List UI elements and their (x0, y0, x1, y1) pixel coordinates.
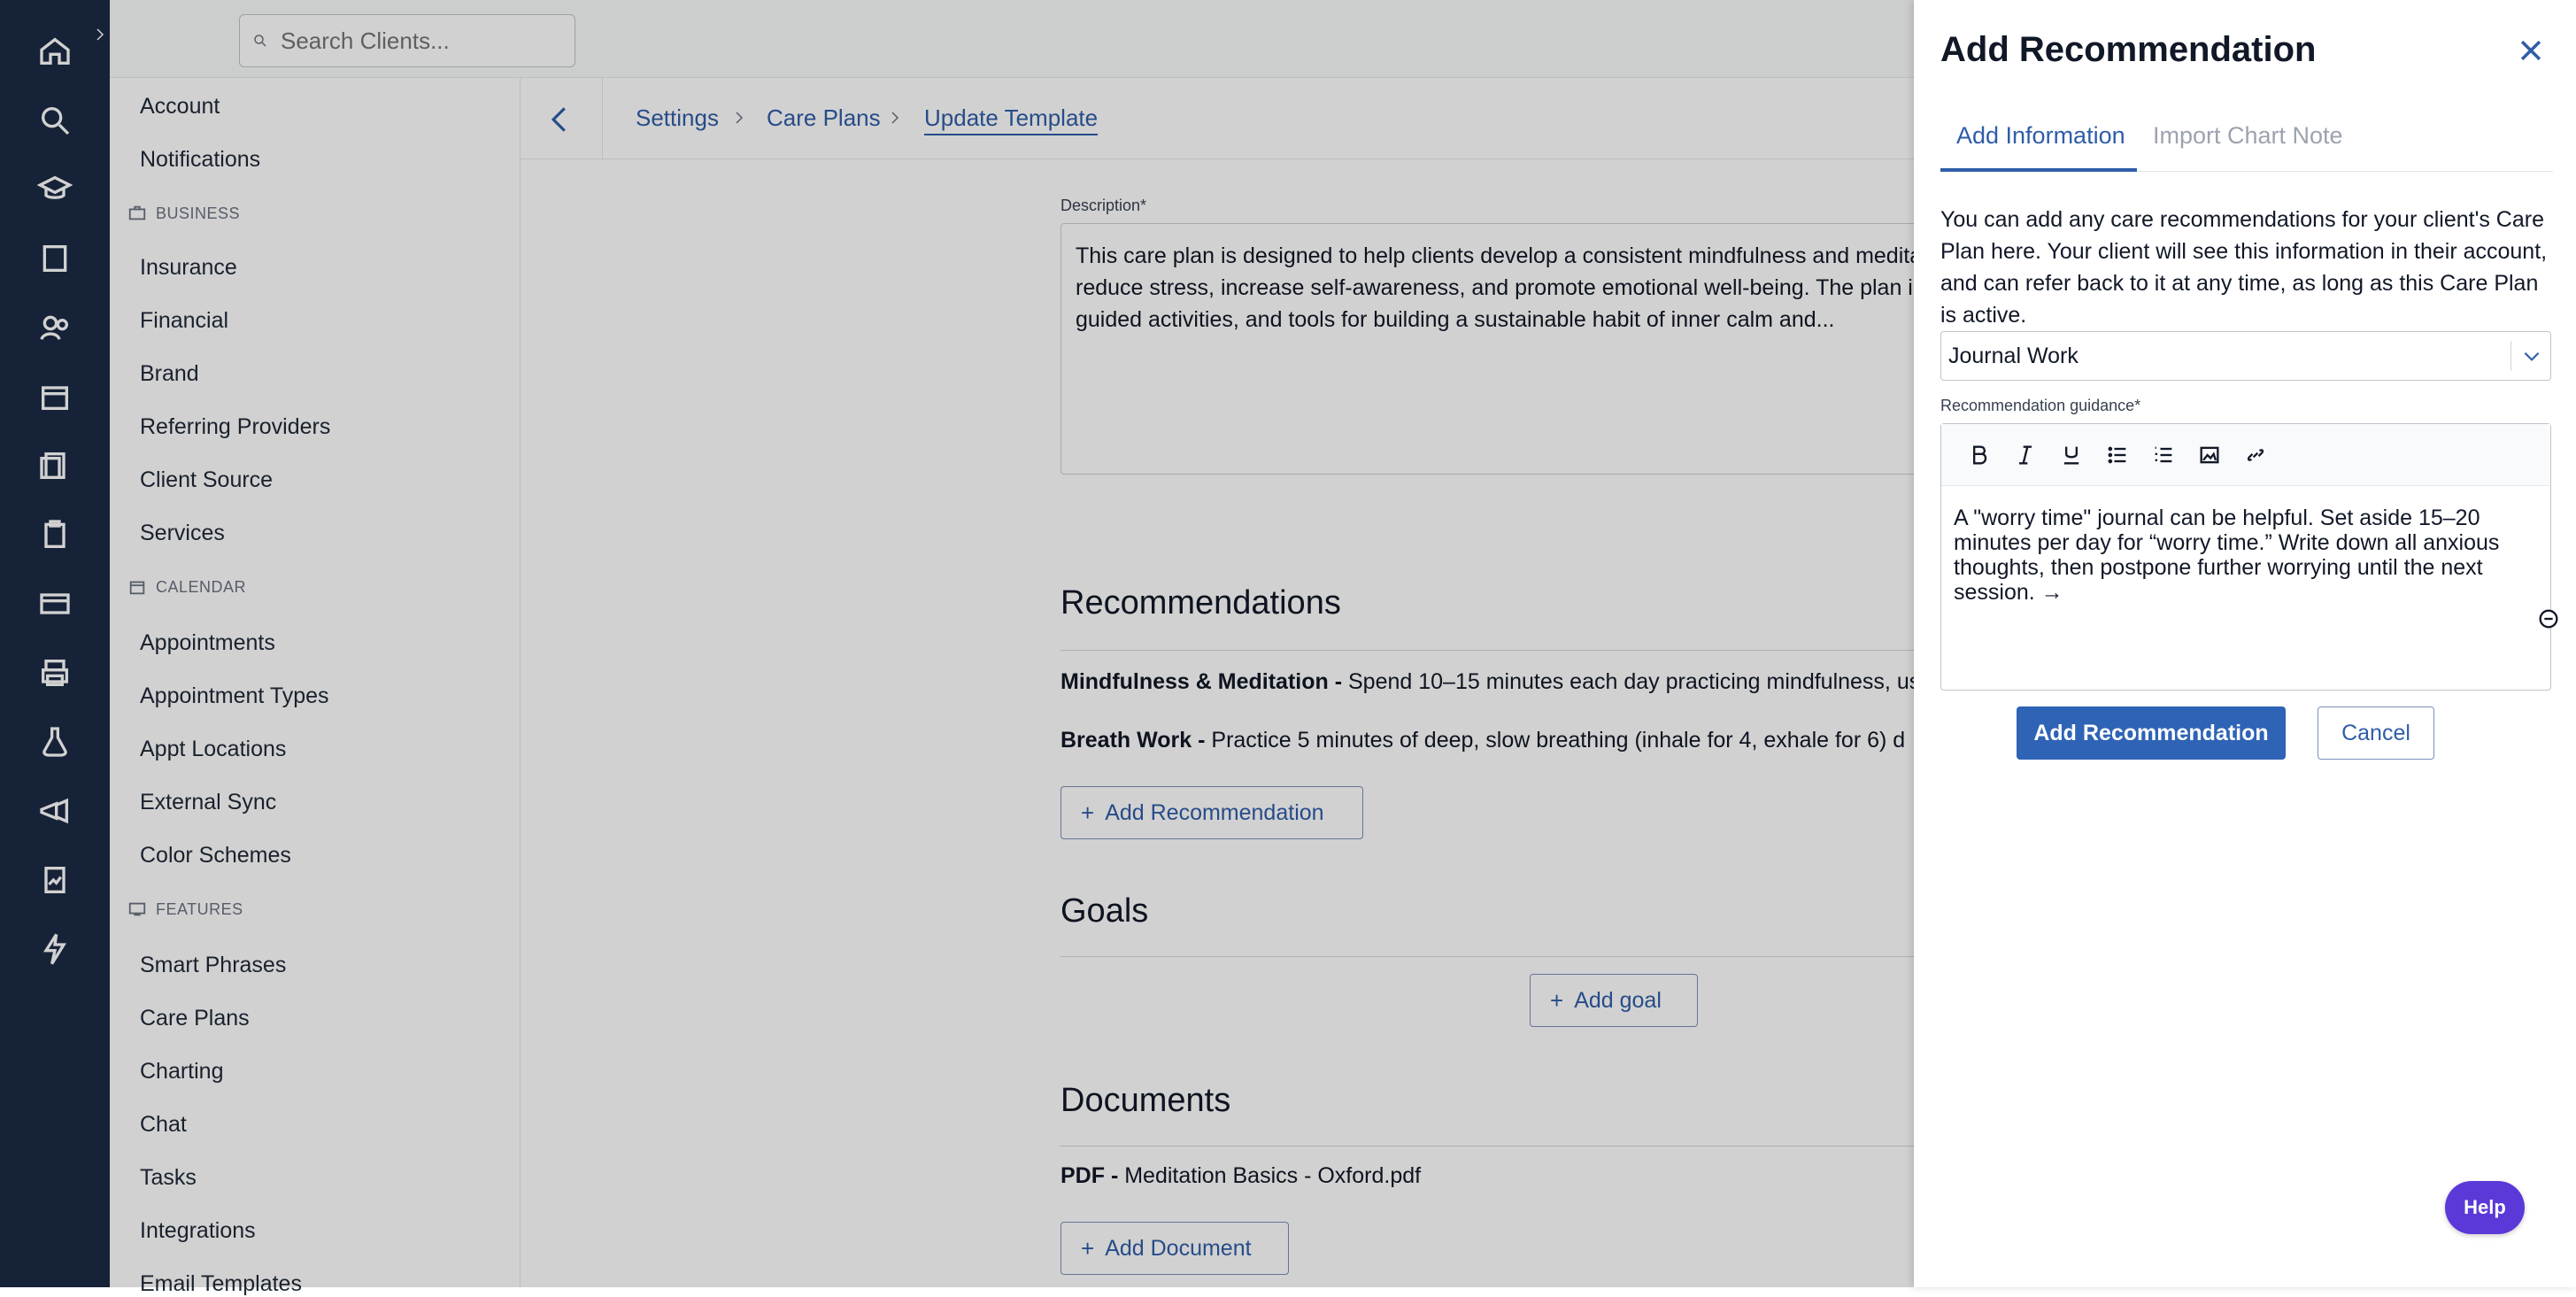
guidance-editor-text[interactable]: A "worry time" journal can be helpful. S… (1954, 506, 2534, 605)
help-button[interactable]: Help (2445, 1181, 2525, 1234)
guidance-label: Recommendation guidance* (1940, 397, 2141, 414)
guidance-editor[interactable]: A "worry time" journal can be helpful. S… (1940, 423, 2558, 691)
editor-toolbar (1941, 424, 2550, 486)
tab-add-information[interactable]: Add Information (1956, 122, 2125, 150)
close-icon[interactable] (2516, 35, 2546, 66)
cancel-button[interactable]: Cancel (2318, 706, 2434, 760)
drawer-tabs: Add Information Import Chart Note (1940, 115, 2553, 172)
drawer-actions: Add Recommendation Cancel (1914, 706, 2576, 760)
active-tab-underline (1940, 168, 2137, 172)
italic-icon[interactable] (2012, 442, 2039, 468)
image-icon[interactable] (2196, 442, 2223, 468)
drawer-title: Add Recommendation (1940, 30, 2317, 69)
numbered-list-icon[interactable] (2150, 442, 2177, 468)
tab-import-chart-note[interactable]: Import Chart Note (2153, 122, 2343, 150)
resize-handle-icon[interactable] (2536, 606, 2561, 631)
underline-icon[interactable] (2058, 442, 2085, 468)
add-recommendation-drawer: Add Recommendation Add Information Impor… (1914, 0, 2576, 1287)
submit-add-recommendation-button[interactable]: Add Recommendation (2017, 706, 2286, 760)
bold-icon[interactable] (1966, 442, 1993, 468)
select-value: Journal Work (1948, 343, 2079, 368)
link-icon[interactable] (2242, 442, 2269, 468)
recommendation-select[interactable]: Journal Work (1940, 331, 2551, 381)
bulleted-list-icon[interactable] (2104, 442, 2131, 468)
chevron-down-icon[interactable] (2520, 344, 2543, 367)
select-divider (2510, 341, 2511, 371)
intro-text: You can add any care recommendations for… (1940, 207, 2548, 328)
